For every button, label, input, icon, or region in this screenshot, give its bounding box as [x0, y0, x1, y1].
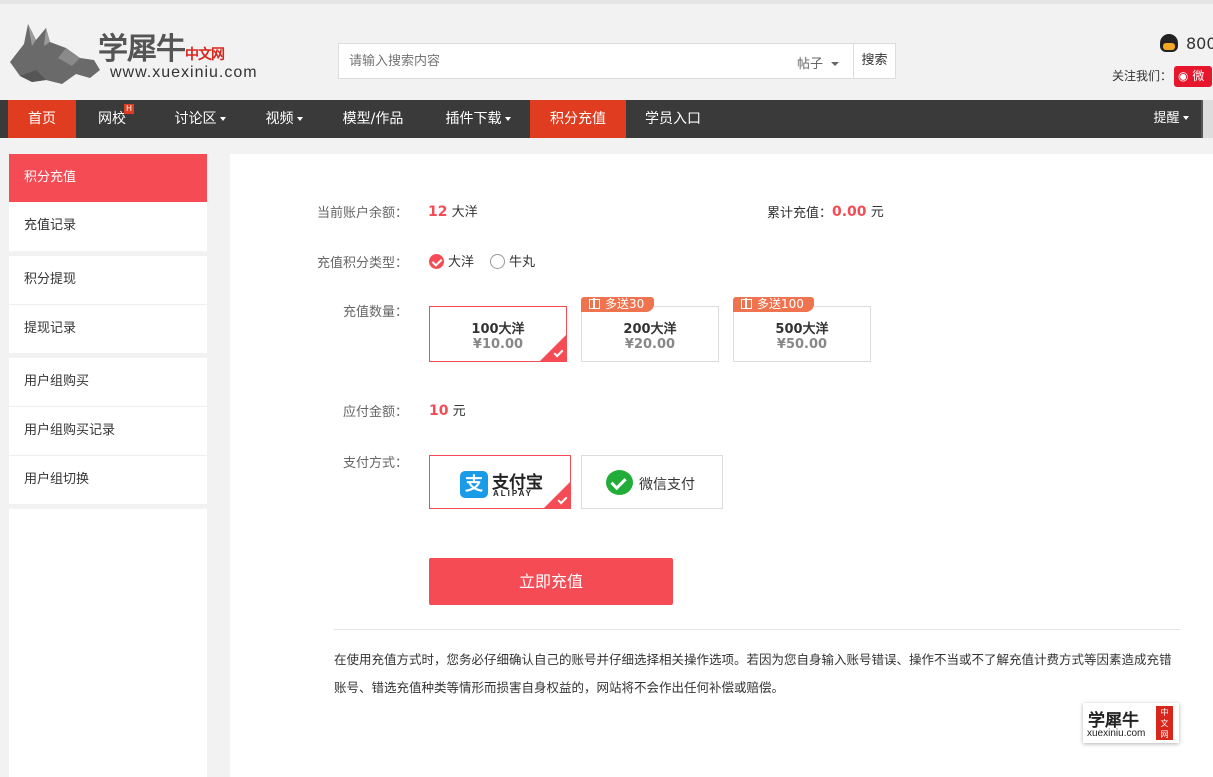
nav-school[interactable]: 网校 H — [84, 100, 140, 138]
amount-label: 充值数量： — [343, 305, 409, 320]
sidebar-divider — [9, 504, 207, 509]
logo-title: 学犀牛中文网 — [98, 32, 225, 67]
pay-label: 支付方式： — [343, 456, 409, 471]
site-header: 学犀牛中文网 www.xuexiniu.com 帖子 搜索 800 关注我们：◉… — [0, 0, 1213, 100]
due-value: 10 元 — [429, 403, 466, 419]
package-500[interactable]: 500大洋 ¥50.00 — [733, 306, 871, 362]
sidebar-item-group-switch[interactable]: 用户组切换 — [9, 456, 207, 504]
recharge-notice: 在使用充值方式时，您务必仔细确认自己的账号并仔细选择相关操作选项。若因为您自身输… — [334, 652, 1172, 695]
pay-alipay[interactable]: 支 支付宝 ALIPAY — [429, 455, 571, 509]
total-value: 0.00 元 — [832, 204, 884, 220]
divider — [334, 629, 1180, 630]
sidebar-item-recharge[interactable]: 积分充值 — [9, 154, 207, 202]
qq-icon — [1160, 34, 1178, 52]
nav-models[interactable]: 模型/作品 — [332, 100, 414, 138]
wechat-pay-icon — [606, 470, 633, 495]
sidebar-item-recharge-records[interactable]: 充值记录 — [9, 202, 207, 250]
nav-home[interactable]: 首页 — [8, 100, 76, 138]
sidebar-item-group-buy-records[interactable]: 用户组购买记录 — [9, 407, 207, 455]
search-input[interactable] — [339, 44, 779, 78]
radio-checked-icon — [429, 254, 444, 269]
search-bar: 帖子 搜索 — [338, 43, 896, 79]
recharge-panel: 当前账户余额： 12 大洋 累计充值： 0.00 元 充值积分类型： 大洋 牛丸… — [230, 154, 1213, 777]
sidebar-item-withdraw-records[interactable]: 提现记录 — [9, 305, 207, 353]
package-100[interactable]: 100大洋 ¥10.00 — [429, 306, 567, 362]
gift-icon — [589, 298, 600, 309]
selected-corner — [544, 482, 570, 508]
bonus-badge: 多送100 — [733, 297, 814, 312]
caret-down-icon — [296, 117, 303, 121]
logo-url: www.xuexiniu.com — [110, 64, 258, 81]
nav-video[interactable]: 视频 — [254, 100, 314, 138]
alipay-icon: 支 — [460, 471, 488, 498]
caret-down-icon — [1182, 116, 1189, 120]
qq-contact[interactable]: 800 — [1160, 34, 1213, 53]
nav-forum[interactable]: 讨论区 — [164, 100, 236, 138]
gift-icon — [741, 298, 752, 309]
total-label: 累计充值： — [767, 206, 833, 221]
rhino-logo-icon — [10, 24, 100, 84]
pay-wechat[interactable]: 微信支付 — [581, 455, 723, 509]
main-nav: 首页 网校 H 讨论区 视频 模型/作品 插件下载 积分充值 学员入口 提醒 — [0, 100, 1213, 138]
selected-corner — [540, 335, 566, 361]
recharge-submit-button[interactable]: 立即充值 — [429, 558, 673, 605]
sidebar-item-group-buy[interactable]: 用户组购买 — [9, 358, 207, 406]
chevron-down-icon — [831, 62, 840, 66]
type-label: 充值积分类型： — [317, 256, 409, 271]
nav-plugins[interactable]: 插件下载 — [434, 100, 522, 138]
nav-student[interactable]: 学员入口 — [634, 100, 712, 138]
search-type-dropdown[interactable]: 帖子 — [797, 53, 840, 72]
sidebar: 积分充值 充值记录 积分提现 提现记录 用户组购买 用户组购买记录 用户组切换 — [9, 154, 207, 777]
footer-logo: 学犀牛 中文网 xuexiniu.com — [1083, 703, 1179, 743]
type-option-niuwan[interactable]: 牛丸 — [490, 251, 535, 270]
follow-us: 关注我们： ◉ 微 — [1112, 66, 1213, 87]
caret-down-icon — [504, 117, 511, 121]
balance-value: 12 大洋 — [428, 204, 478, 220]
nav-remind[interactable]: 提醒 — [1146, 100, 1196, 138]
caret-down-icon — [219, 117, 226, 121]
package-200[interactable]: 200大洋 ¥20.00 — [581, 306, 719, 362]
sidebar-item-withdraw[interactable]: 积分提现 — [9, 256, 207, 304]
weibo-icon: ◉ — [1178, 69, 1189, 83]
type-option-dayang[interactable]: 大洋 — [429, 251, 474, 270]
bonus-badge: 多送30 — [581, 297, 655, 312]
balance-label: 当前账户余额： — [317, 206, 409, 221]
nav-recharge[interactable]: 积分充值 — [530, 100, 626, 138]
weibo-link[interactable]: ◉ 微 — [1174, 66, 1213, 87]
site-logo[interactable]: 学犀牛中文网 www.xuexiniu.com — [6, 18, 296, 90]
radio-unchecked-icon — [490, 254, 505, 269]
avatar[interactable] — [1201, 100, 1213, 138]
due-label: 应付金额： — [343, 405, 409, 420]
search-button[interactable]: 搜索 — [853, 44, 895, 78]
hot-badge: H — [124, 104, 134, 114]
